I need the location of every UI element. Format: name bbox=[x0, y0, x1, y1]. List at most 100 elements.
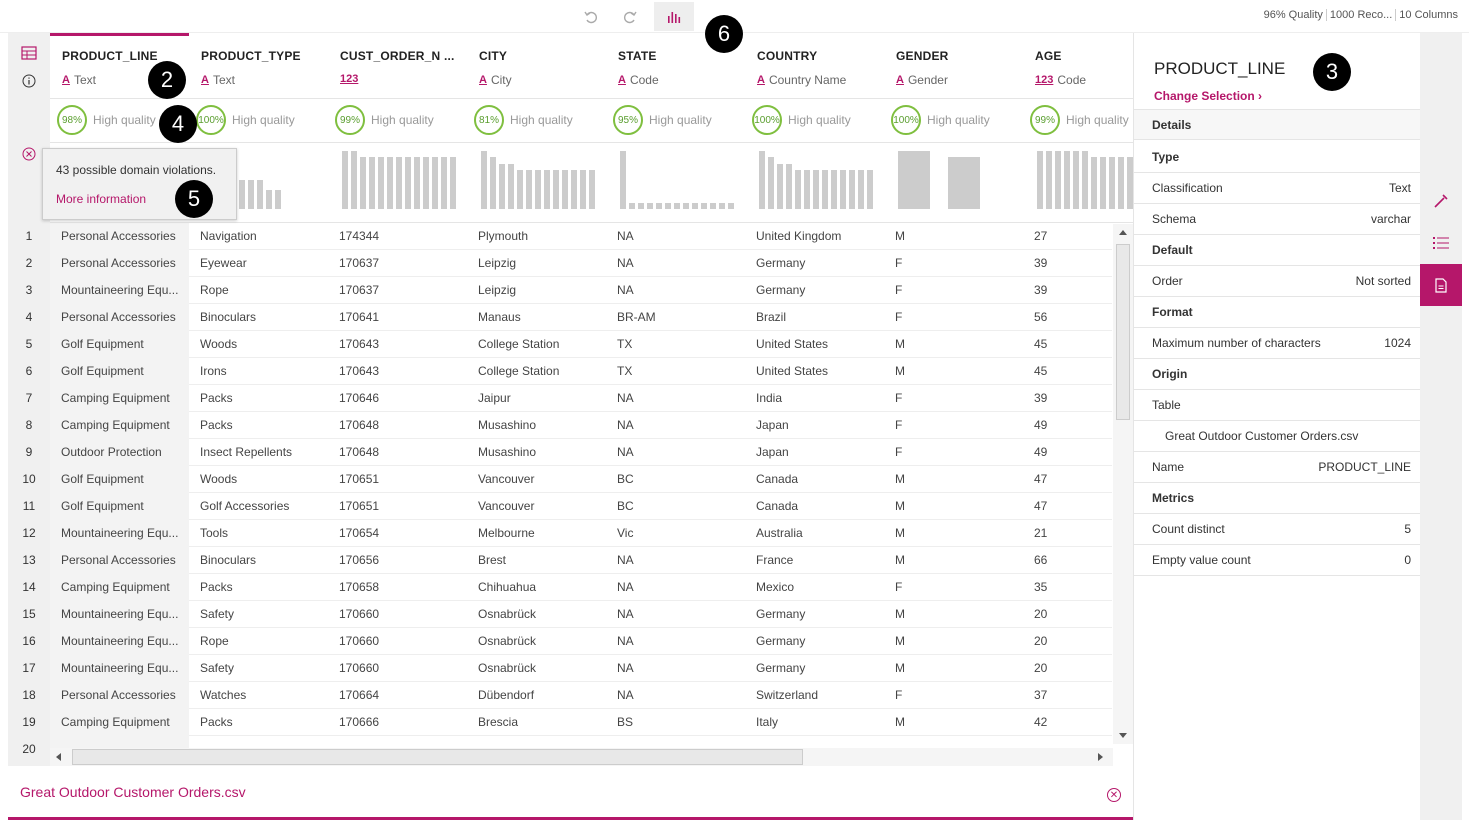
scroll-left-icon[interactable] bbox=[56, 753, 61, 761]
column-header[interactable]: AGE 123 Code bbox=[1023, 33, 1133, 99]
table-cell[interactable]: NA bbox=[606, 574, 745, 601]
table-cell[interactable]: Navigation bbox=[189, 223, 328, 250]
table-row[interactable]: Outdoor Protection Insect Repellents 17064… bbox=[50, 439, 1112, 466]
table-cell[interactable]: Jaipur bbox=[467, 385, 606, 412]
table-row[interactable]: Mountaineering Equ... Tools 170654 Melbourn… bbox=[50, 520, 1112, 547]
quality-indicator[interactable]: 99% High quality bbox=[1030, 105, 1129, 135]
column-header[interactable]: GENDER A Gender bbox=[884, 33, 1023, 99]
table-icon[interactable] bbox=[19, 43, 39, 63]
table-cell[interactable]: Eyewear bbox=[189, 250, 328, 277]
table-row[interactable]: Golf Equipment Woods 170643 College Station… bbox=[50, 331, 1112, 358]
table-row[interactable]: Personal Accessories Binoculars 170656 Bres… bbox=[50, 547, 1112, 574]
table-cell[interactable]: F bbox=[884, 304, 1023, 331]
table-row[interactable]: Personal Accessories Navigation 174344 Plym… bbox=[50, 223, 1112, 250]
quality-indicator[interactable]: 99% High quality bbox=[335, 105, 434, 135]
table-cell[interactable]: 170666 bbox=[328, 709, 467, 736]
table-cell[interactable]: Germany bbox=[745, 628, 884, 655]
table-cell[interactable]: Safety bbox=[189, 655, 328, 682]
table-cell[interactable]: Switzerland bbox=[745, 682, 884, 709]
column-histogram[interactable] bbox=[1037, 147, 1133, 209]
table-cell[interactable]: M bbox=[884, 493, 1023, 520]
table-cell[interactable]: Woods bbox=[189, 331, 328, 358]
table-cell[interactable]: Italy bbox=[745, 709, 884, 736]
column-header[interactable]: CITY A City bbox=[467, 33, 606, 99]
table-cell[interactable]: Personal Accessories bbox=[50, 250, 189, 277]
table-cell[interactable]: 170648 bbox=[328, 439, 467, 466]
table-row[interactable]: Mountaineering Equ... Safety 170660 Osnabrü… bbox=[50, 601, 1112, 628]
table-cell[interactable]: Personal Accessories bbox=[50, 223, 189, 250]
vertical-scrollbar[interactable] bbox=[1113, 224, 1133, 744]
table-cell[interactable]: Mexico bbox=[745, 574, 884, 601]
table-cell[interactable]: 170656 bbox=[328, 547, 467, 574]
vertical-scroll-thumb[interactable] bbox=[1116, 244, 1130, 420]
table-cell[interactable]: Leipzig bbox=[467, 250, 606, 277]
table-cell[interactable]: Germany bbox=[745, 655, 884, 682]
table-cell[interactable]: 170660 bbox=[328, 655, 467, 682]
table-cell[interactable]: Packs bbox=[189, 709, 328, 736]
table-cell[interactable]: BR-AM bbox=[606, 304, 745, 331]
quality-indicator[interactable]: 98% High quality bbox=[57, 105, 156, 135]
table-cell[interactable]: M bbox=[884, 466, 1023, 493]
table-row[interactable]: Golf Equipment Golf Accessories 170651 Vanc… bbox=[50, 493, 1112, 520]
table-row[interactable]: Camping Equipment Packs 170646 Jaipur NA Indi… bbox=[50, 385, 1112, 412]
table-cell[interactable]: Packs bbox=[189, 574, 328, 601]
table-row[interactable]: Golf Equipment Woods 170651 Vancouver BC Cana… bbox=[50, 466, 1112, 493]
table-cell[interactable]: BC bbox=[606, 493, 745, 520]
more-information-link[interactable]: More information bbox=[56, 192, 146, 206]
column-histogram[interactable] bbox=[759, 147, 873, 209]
table-cell[interactable]: BC bbox=[606, 466, 745, 493]
close-file-icon[interactable]: ✕ bbox=[1107, 788, 1121, 802]
table-cell[interactable]: F bbox=[884, 277, 1023, 304]
table-cell[interactable]: Japan bbox=[745, 439, 884, 466]
table-cell[interactable]: Insect Repellents bbox=[189, 439, 328, 466]
table-cell[interactable]: Manaus bbox=[467, 304, 606, 331]
table-cell[interactable]: Camping Equipment bbox=[50, 412, 189, 439]
scroll-down-icon[interactable] bbox=[1119, 733, 1127, 738]
table-cell[interactable]: 170660 bbox=[328, 601, 467, 628]
table-cell[interactable]: 170651 bbox=[328, 466, 467, 493]
table-row[interactable]: Golf Equipment Irons 170643 College Station… bbox=[50, 358, 1112, 385]
table-cell[interactable]: Golf Accessories bbox=[189, 493, 328, 520]
table-cell[interactable]: Packs bbox=[189, 385, 328, 412]
table-cell[interactable]: Mountaineering Equ... bbox=[50, 628, 189, 655]
table-cell[interactable]: NA bbox=[606, 439, 745, 466]
bar-chart-icon[interactable] bbox=[654, 2, 694, 31]
table-cell[interactable]: Mountaineering Equ... bbox=[50, 520, 189, 547]
table-cell[interactable]: Personal Accessories bbox=[50, 682, 189, 709]
quality-indicator[interactable]: 100% High quality bbox=[196, 105, 295, 135]
details-tab[interactable]: Details bbox=[1134, 109, 1421, 140]
table-cell[interactable]: Australia bbox=[745, 520, 884, 547]
undo-icon[interactable] bbox=[571, 2, 611, 31]
table-cell[interactable]: Germany bbox=[745, 277, 884, 304]
quality-indicator[interactable]: 95% High quality bbox=[613, 105, 712, 135]
table-cell[interactable]: 170637 bbox=[328, 250, 467, 277]
table-row[interactable]: Mountaineering Equ... Safety 170660 Osnabrü… bbox=[50, 655, 1112, 682]
table-cell[interactable]: Osnabrück bbox=[467, 655, 606, 682]
table-cell[interactable]: 170660 bbox=[328, 628, 467, 655]
column-histogram[interactable] bbox=[620, 147, 734, 209]
table-cell[interactable]: M bbox=[884, 223, 1023, 250]
change-selection-link[interactable]: Change Selection › bbox=[1154, 89, 1262, 103]
table-cell[interactable]: 170654 bbox=[328, 520, 467, 547]
table-cell[interactable]: Woods bbox=[189, 466, 328, 493]
table-cell[interactable]: M bbox=[884, 655, 1023, 682]
table-cell[interactable]: NA bbox=[606, 250, 745, 277]
table-cell[interactable]: F bbox=[884, 682, 1023, 709]
table-cell[interactable]: F bbox=[884, 412, 1023, 439]
table-cell[interactable]: 170643 bbox=[328, 358, 467, 385]
table-cell[interactable]: College Station bbox=[467, 358, 606, 385]
table-cell[interactable]: NA bbox=[606, 223, 745, 250]
table-cell[interactable]: Binoculars bbox=[189, 304, 328, 331]
table-cell[interactable]: M bbox=[884, 601, 1023, 628]
table-cell[interactable]: Osnabrück bbox=[467, 601, 606, 628]
table-cell[interactable]: NA bbox=[606, 277, 745, 304]
table-cell[interactable]: 170658 bbox=[328, 574, 467, 601]
table-cell[interactable]: United States bbox=[745, 358, 884, 385]
table-cell[interactable]: TX bbox=[606, 331, 745, 358]
document-icon[interactable] bbox=[1420, 264, 1462, 306]
table-cell[interactable]: M bbox=[884, 709, 1023, 736]
table-cell[interactable]: NA bbox=[606, 655, 745, 682]
table-cell[interactable]: Canada bbox=[745, 466, 884, 493]
horizontal-scrollbar[interactable] bbox=[50, 748, 1113, 766]
table-cell[interactable]: Safety bbox=[189, 601, 328, 628]
